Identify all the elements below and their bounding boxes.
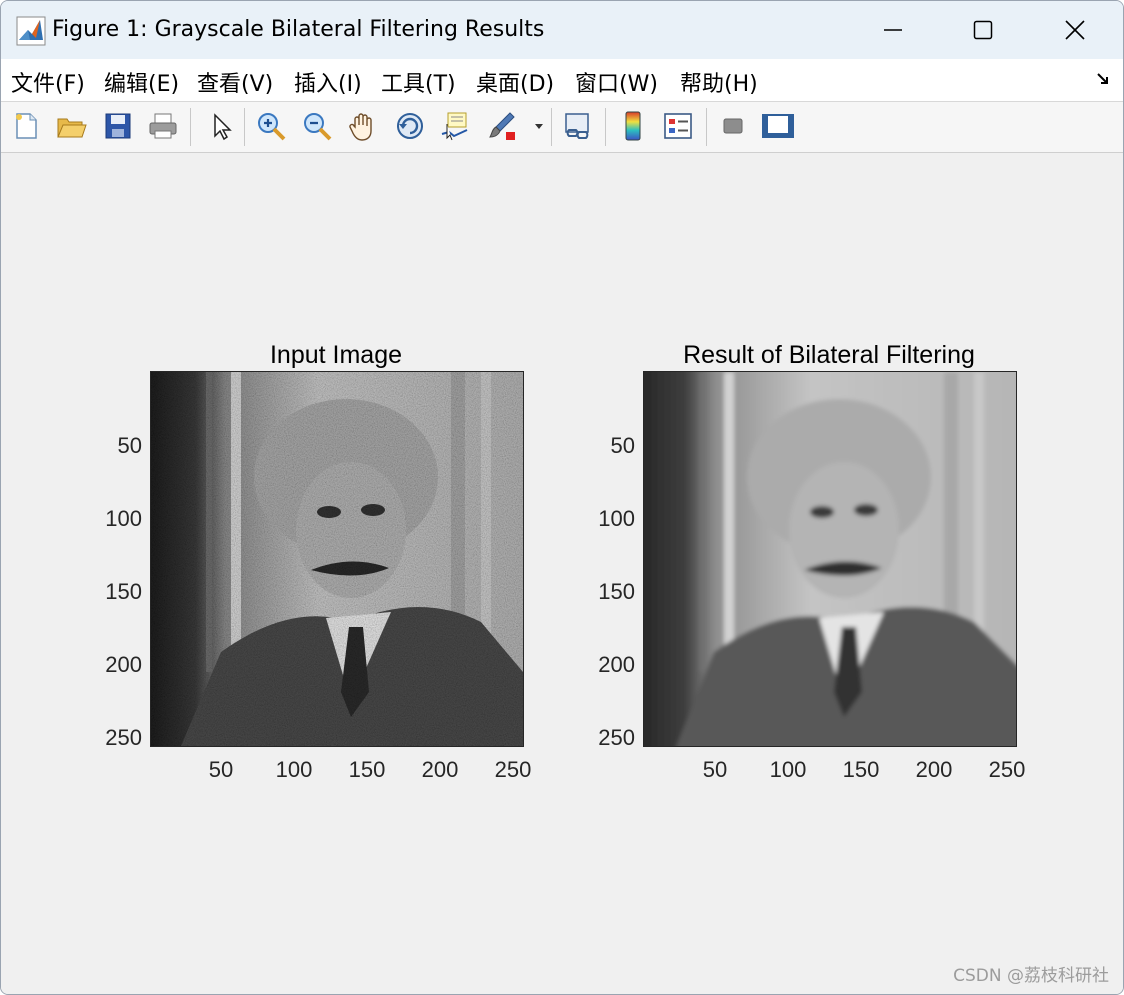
watermark-text: CSDN @荔枝科研社 [953, 966, 1109, 986]
x-tick-label: 50 [702, 757, 728, 782]
axes-title-input: Input Image [269, 341, 403, 369]
matlab-logo-icon [16, 16, 46, 46]
y-tick-label: 150 [598, 579, 635, 604]
legend-icon[interactable] [661, 109, 695, 143]
y-tick-label: 250 [598, 725, 635, 750]
brush-icon[interactable] [485, 109, 519, 143]
axes-title-result: Result of Bilateral Filtering [683, 341, 975, 369]
x-tick-label: 250 [494, 757, 532, 782]
open-file-icon[interactable] [54, 109, 88, 143]
y-tick-label: 50 [610, 433, 635, 458]
input-image-einstein [151, 372, 523, 746]
y-tick-label: 200 [105, 652, 142, 677]
x-tick-label: 100 [769, 757, 807, 782]
menu-window[interactable]: 窗口(W) [575, 66, 658, 98]
x-tick-label: 150 [348, 757, 386, 782]
y-tick-label: 200 [598, 652, 635, 677]
y-tick-label: 150 [105, 579, 142, 604]
window-title: Figure 1: Grayscale Bilateral Filtering … [52, 17, 545, 42]
menu-help[interactable]: 帮助(H) [680, 66, 758, 98]
toolbar-separator [551, 108, 552, 146]
menu-view[interactable]: 查看(V) [197, 66, 273, 98]
menu-insert[interactable]: 插入(I) [294, 66, 362, 98]
y-tick-label: 250 [105, 725, 142, 750]
figure-window: Figure 1: Grayscale Bilateral Filtering … [0, 0, 1124, 995]
result-image-axes[interactable] [643, 371, 1017, 747]
minimize-icon [884, 29, 902, 31]
brush-dropdown-arrow-icon[interactable] [532, 109, 546, 143]
y-tick-label: 100 [105, 506, 142, 531]
menu-tools[interactable]: 工具(T) [381, 66, 456, 98]
select-pointer-icon[interactable] [204, 109, 238, 143]
menu-desktop[interactable]: 桌面(D) [476, 66, 554, 98]
x-tick-label: 150 [842, 757, 880, 782]
menu-file[interactable]: 文件(F) [11, 66, 85, 98]
menu-edit[interactable]: 编辑(E) [104, 66, 179, 98]
input-image-axes[interactable] [150, 371, 524, 747]
save-icon[interactable] [101, 109, 135, 143]
menu-bar: 文件(F) 编辑(E) 查看(V) 插入(I) 工具(T) 桌面(D) 窗口(W… [1, 59, 1123, 102]
hide-plot-tools-icon[interactable] [716, 109, 750, 143]
toolbar-separator [706, 108, 707, 146]
y-tick-label: 50 [117, 433, 142, 458]
y-tick-label: 100 [598, 506, 635, 531]
figure-toolbar [1, 102, 1123, 153]
zoom-out-icon[interactable] [300, 109, 334, 143]
maximize-button[interactable] [937, 1, 1029, 59]
colorbar-icon[interactable] [616, 109, 650, 143]
data-cursor-icon[interactable] [438, 109, 472, 143]
x-tick-label: 200 [421, 757, 459, 782]
zoom-in-icon[interactable] [254, 109, 288, 143]
close-button[interactable] [1029, 1, 1121, 59]
figure-canvas[interactable]: Input Image 50 100 150 200 250 50 100 15… [1, 153, 1123, 994]
toolbar-separator [244, 108, 245, 146]
link-plot-icon[interactable] [561, 109, 595, 143]
toolbar-separator [605, 108, 606, 146]
result-image-einstein [644, 372, 1016, 746]
maximize-icon [973, 20, 993, 40]
pan-hand-icon[interactable] [346, 109, 380, 143]
minimize-button[interactable] [847, 1, 939, 59]
x-tick-label: 200 [915, 757, 953, 782]
x-tick-label: 100 [275, 757, 313, 782]
dock-arrow-icon[interactable] [1095, 69, 1113, 87]
x-tick-label: 250 [988, 757, 1026, 782]
x-tick-label: 50 [208, 757, 234, 782]
rotate-3d-icon[interactable] [393, 109, 427, 143]
print-icon[interactable] [146, 109, 180, 143]
close-icon [1065, 20, 1085, 40]
title-bar[interactable]: Figure 1: Grayscale Bilateral Filtering … [1, 1, 1123, 59]
toolbar-separator [190, 108, 191, 146]
new-figure-icon[interactable] [9, 109, 43, 143]
show-plot-tools-icon[interactable] [761, 109, 795, 143]
